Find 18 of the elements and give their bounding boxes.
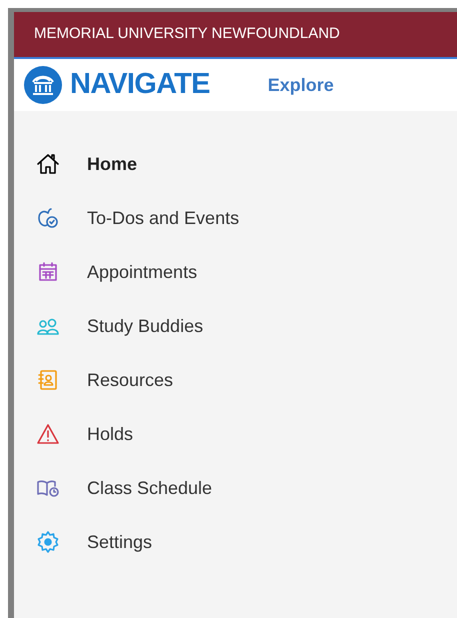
institution-logo-icon: [24, 66, 62, 104]
menu-item[interactable]: Settings: [36, 515, 457, 569]
home-icon: [36, 152, 60, 176]
menu-item[interactable]: To-Dos and Events: [36, 191, 457, 245]
settings-icon: [36, 530, 60, 554]
menu-item[interactable]: Study Buddies: [36, 299, 457, 353]
menu-item[interactable]: Resources: [36, 353, 457, 407]
menu-item[interactable]: Appointments: [36, 245, 457, 299]
apple-check-icon: [36, 206, 60, 230]
calendar-icon: [36, 260, 60, 284]
navigate-logo: NAVIGATE: [70, 67, 210, 102]
banner-title: MEMORIAL UNIVERSITY NEWFOUNDLAND: [34, 24, 340, 44]
menu-item[interactable]: Holds: [36, 407, 457, 461]
menu-item[interactable]: Home: [36, 137, 457, 191]
menu-item[interactable]: Class Schedule: [36, 461, 457, 515]
address-book-icon: [36, 368, 60, 392]
explore-link[interactable]: Explore: [268, 72, 334, 98]
warning-icon: [36, 422, 60, 446]
